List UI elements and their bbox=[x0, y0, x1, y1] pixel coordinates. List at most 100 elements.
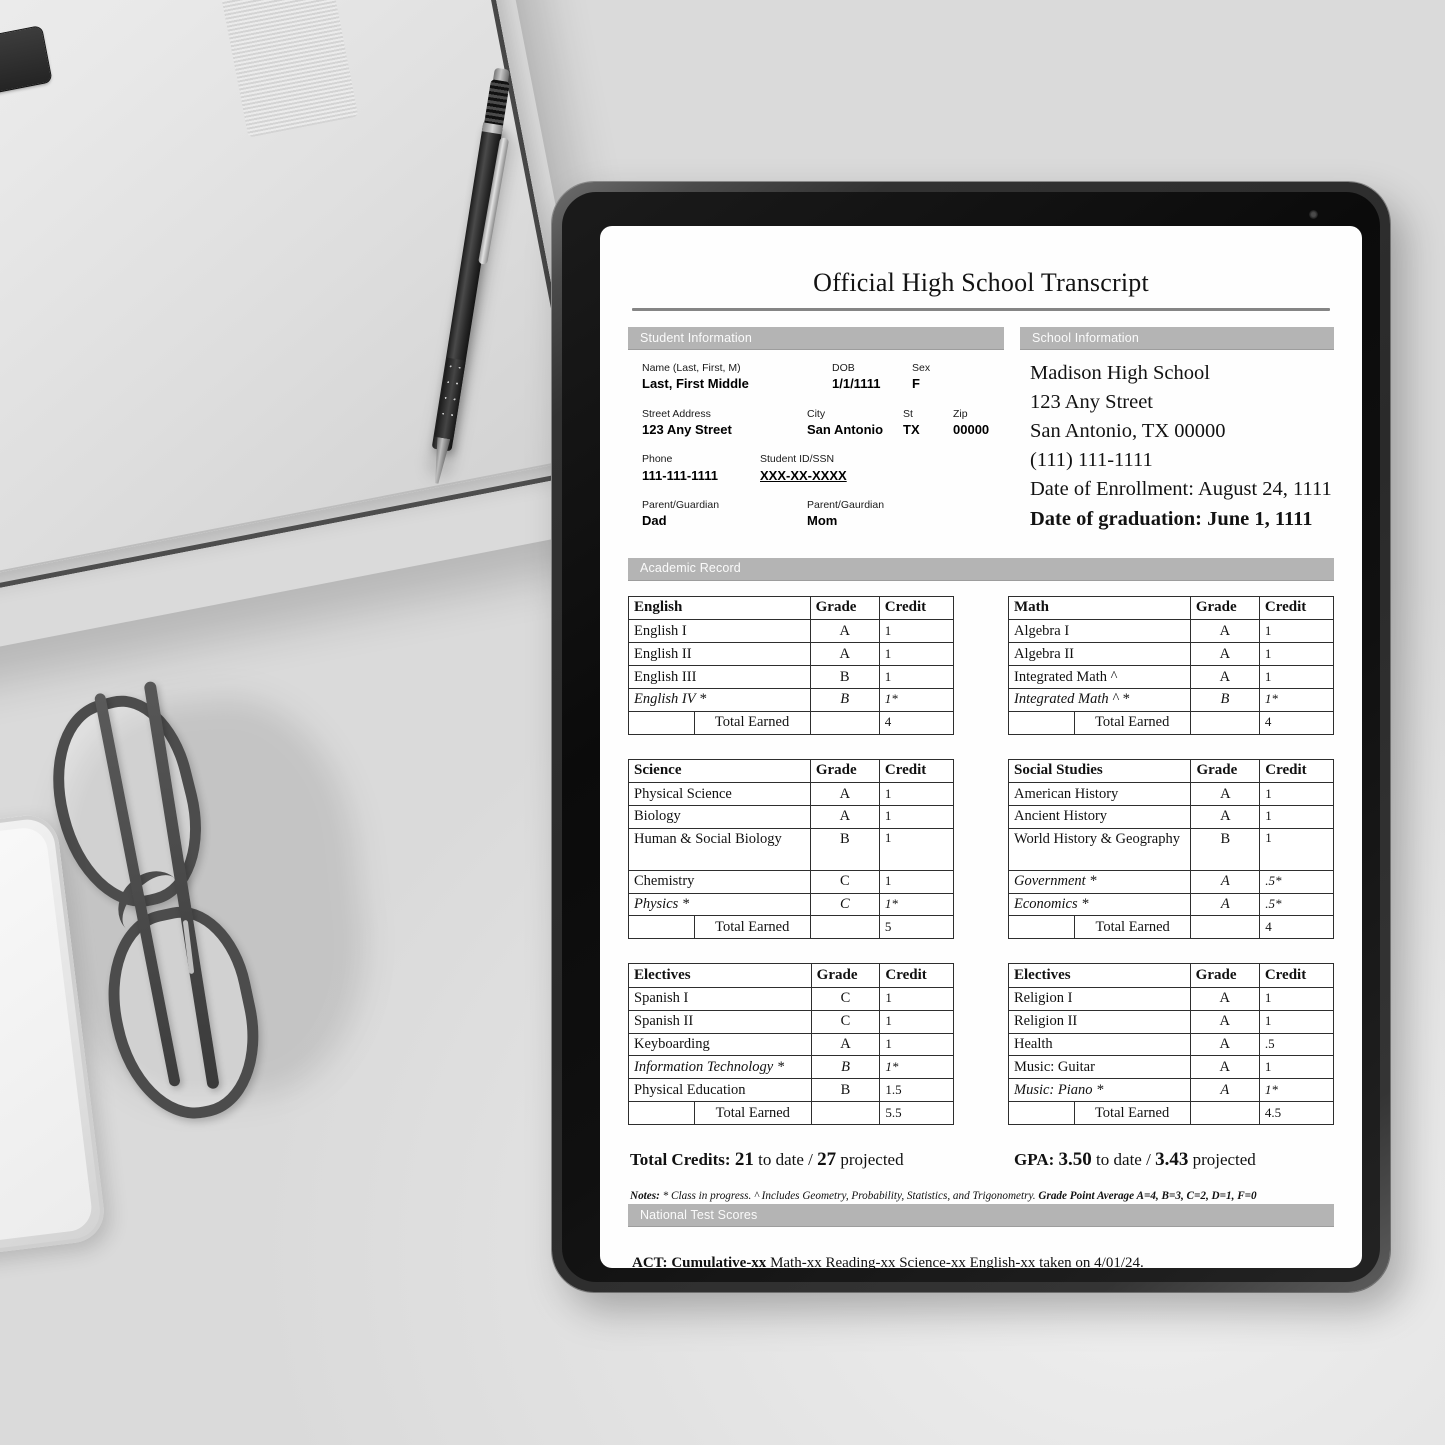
academic-record-header: Academic Record bbox=[628, 557, 1334, 580]
table-row: Chemistry C 1 bbox=[628, 869, 955, 894]
course-name: Ancient History bbox=[1007, 804, 1192, 829]
course-grade: B bbox=[810, 1078, 881, 1103]
course-name: Spanish I bbox=[628, 986, 812, 1011]
course-name: Integrated Math ^ bbox=[1008, 665, 1191, 689]
course-name: English III bbox=[628, 665, 811, 689]
subject-heading: Electives bbox=[1008, 963, 1191, 988]
tablet-bezel: Official High School Transcript Student … bbox=[562, 192, 1380, 1282]
guardian2-label: Parent/Gaurdian bbox=[807, 499, 885, 512]
total-cell: Total Earned bbox=[628, 1101, 812, 1125]
title-divider bbox=[632, 308, 1330, 311]
course-grade: A bbox=[1189, 1032, 1260, 1057]
act-detail: Math-xx Reading-xx Science-xx English-xx… bbox=[770, 1255, 1144, 1268]
table-row: Human & Social Biology B 1 bbox=[628, 827, 955, 871]
course-credit: 1* bbox=[1258, 1078, 1335, 1103]
course-grade: A bbox=[1190, 892, 1261, 917]
credit-heading: Credit bbox=[878, 758, 955, 784]
table-electives-right: Electives Grade Credit Religion I A 1 Religion… bbox=[1008, 963, 1335, 1125]
total-credit: 4 bbox=[1258, 710, 1335, 735]
course-grade: C bbox=[810, 986, 881, 1011]
course-credit: .5* bbox=[1259, 869, 1334, 894]
total-credit: 4 bbox=[1259, 915, 1334, 940]
course-grade: A bbox=[809, 782, 880, 806]
table-header-row: Social Studies Grade Credit bbox=[1007, 758, 1334, 784]
student-guardian-line: Parent/Guardian Dad Parent/Gaurdian Mom bbox=[642, 498, 1004, 530]
course-credit: 1 bbox=[879, 1009, 954, 1034]
course-name: English II bbox=[628, 642, 811, 667]
guardian1-value: Dad bbox=[642, 513, 667, 529]
table-row: Spanish IC1 bbox=[628, 986, 954, 1011]
gpa-suffix: projected bbox=[1192, 1149, 1256, 1169]
phone-value: 111-111-1111 bbox=[642, 467, 718, 483]
act-cumulative: Cumulative-xx bbox=[671, 1255, 767, 1268]
total-credits-to-date: 21 bbox=[734, 1148, 754, 1170]
school-phone: (111) 111-1111 bbox=[1030, 449, 1153, 472]
tablet-device: Official High School Transcript Student … bbox=[552, 182, 1390, 1292]
table-total-row: Total Earned 5 bbox=[628, 915, 955, 940]
course-credit: 1 bbox=[878, 782, 955, 806]
total-credits-suffix: projected bbox=[840, 1149, 904, 1169]
table-math: Math Grade Credit Algebra I A 1 Algebra II A 1 In… bbox=[1008, 595, 1335, 735]
school-information-header: School Information bbox=[1020, 327, 1334, 349]
total-credits-label: Total Credits: bbox=[630, 1149, 731, 1169]
field-dob: DOB 1/1/1111 bbox=[832, 361, 912, 393]
course-grade: A bbox=[1189, 986, 1260, 1011]
course-grade: B bbox=[809, 827, 880, 871]
course-name: Economics * bbox=[1007, 892, 1192, 917]
course-credit: 1 bbox=[878, 827, 955, 871]
name-value: Last, First Middle bbox=[642, 376, 749, 392]
course-grade: B bbox=[1189, 687, 1260, 712]
course-name: English IV * bbox=[628, 687, 811, 712]
table-row: Physical Science A 1 bbox=[628, 782, 955, 806]
course-row-1: English Grade Credit English I A 1 English II A… bbox=[628, 595, 1335, 735]
course-credit: 1 bbox=[879, 1032, 954, 1057]
table-row: Religion IA1 bbox=[1008, 986, 1335, 1011]
pen-grip-rings bbox=[483, 79, 510, 130]
course-grade: A bbox=[809, 642, 880, 667]
tablet-screen[interactable]: Official High School Transcript Student … bbox=[600, 226, 1362, 1268]
table-row: English III B 1 bbox=[628, 665, 955, 689]
act-label: ACT: bbox=[632, 1255, 668, 1268]
total-cell: Total Earned bbox=[628, 710, 811, 735]
table-row: Physical Education B 1.5 bbox=[628, 1078, 954, 1103]
dob-value: 1/1/1111 bbox=[832, 376, 881, 392]
course-grade: B bbox=[1190, 827, 1261, 871]
city-label: City bbox=[807, 407, 826, 420]
total-grade-empty bbox=[809, 915, 880, 940]
total-grade-empty bbox=[809, 710, 880, 735]
street-value: 123 Any Street bbox=[642, 421, 732, 437]
grade-heading: Grade bbox=[1190, 758, 1261, 784]
course-name: Government * bbox=[1007, 869, 1192, 894]
course-credit: 1 bbox=[1258, 665, 1335, 689]
front-camera-icon bbox=[1309, 210, 1318, 219]
course-name: Chemistry bbox=[628, 869, 811, 894]
course-credit: 1 bbox=[1259, 782, 1334, 806]
page-title: Official High School Transcript bbox=[813, 268, 1149, 297]
table-header-row: Electives Grade Credit bbox=[1008, 963, 1335, 988]
course-credit: .5* bbox=[1259, 892, 1334, 917]
subject-heading: English bbox=[628, 595, 811, 621]
table-header-row: Electives Grade Credit bbox=[628, 963, 954, 988]
table-row: Keyboarding A 1 bbox=[628, 1032, 954, 1057]
notes-text: * Class in progress. ^ Includes Geometry… bbox=[662, 1189, 1036, 1202]
course-name: Integrated Math ^ * bbox=[1008, 687, 1191, 712]
zip-label: Zip bbox=[953, 407, 968, 420]
table-row: Physics * C 1* bbox=[628, 892, 955, 917]
table-row: English II A 1 bbox=[628, 642, 955, 667]
total-earned-label: Total Earned bbox=[1095, 918, 1170, 935]
school-information-panel: School Information Madison High School 1… bbox=[1020, 327, 1334, 534]
course-grade: B bbox=[809, 665, 880, 689]
field-city: City San Antonio bbox=[807, 407, 903, 439]
table-total-row: Total Earned 4 bbox=[628, 710, 955, 735]
field-student-id: Student ID/SSN XXX-XX-XXXX bbox=[760, 452, 847, 484]
course-credit: 1 bbox=[878, 619, 955, 644]
course-grade: C bbox=[809, 869, 880, 894]
course-credit: 1 bbox=[878, 665, 955, 689]
credit-heading: Credit bbox=[1259, 758, 1334, 784]
total-grade-empty bbox=[810, 1101, 881, 1125]
credit-heading: Credit bbox=[1258, 963, 1335, 988]
table-electives-left: Electives Grade Credit Spanish I C 1 Spanish I… bbox=[628, 963, 954, 1125]
course-credit: 1 bbox=[1258, 1009, 1335, 1034]
course-credit: .5 bbox=[1258, 1032, 1335, 1057]
student-information-panel: Student Information Name (Last, First, M… bbox=[628, 327, 1004, 544]
